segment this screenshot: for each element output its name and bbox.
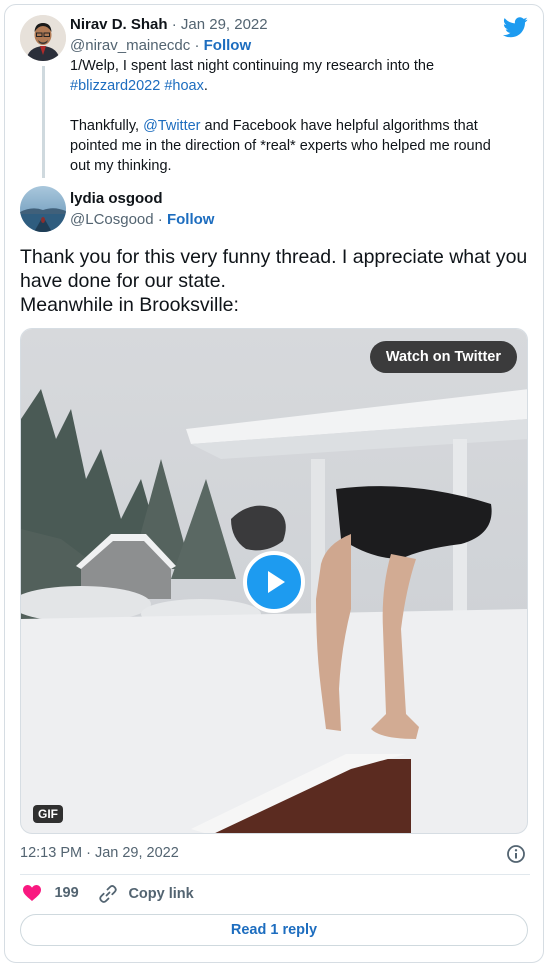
reply-line: Thank you for this very funny thread. I … — [20, 246, 528, 268]
separator-dot: · — [171, 16, 177, 33]
tweet-text: and Facebook have helpful algorithms tha… — [200, 118, 478, 134]
info-icon[interactable] — [506, 844, 526, 864]
tweet-timestamp[interactable]: 12:13 PM · Jan 29, 2022 — [20, 845, 179, 861]
hashtag-link[interactable]: #blizzard2022 — [70, 78, 160, 94]
author-name[interactable]: Nirav D. Shah — [70, 16, 168, 33]
tweet-line: pointed me in the direction of *real* ex… — [70, 138, 491, 154]
first-tweet-header: Nirav D. Shah · Jan 29, 2022 — [70, 16, 268, 33]
author-handle[interactable]: @nirav_mainecdc — [70, 37, 190, 54]
follow-button[interactable]: Follow — [167, 211, 215, 228]
tweet-date[interactable]: Jan 29, 2022 — [181, 16, 268, 33]
first-tweet-handle-row: @nirav_mainecdc · Follow — [70, 37, 251, 54]
avatar-nirav[interactable] — [20, 15, 66, 61]
copy-link-action[interactable]: Copy link — [98, 884, 194, 906]
like-action[interactable]: 199 — [22, 884, 79, 906]
period-text: . — [203, 78, 208, 94]
gif-badge: GIF — [33, 805, 63, 823]
tweet-line: out my thinking. — [70, 158, 172, 174]
separator-dot: · — [194, 37, 200, 54]
tweet-line: 1/Welp, I spent last night continuing my… — [70, 58, 435, 74]
reply-line: Meanwhile in Brooksville: — [20, 294, 239, 316]
follow-button[interactable]: Follow — [204, 37, 252, 54]
first-tweet-body: 1/Welp, I spent last night continuing my… — [70, 56, 530, 176]
hashtag-line: #blizzard2022 #hoax. — [70, 76, 530, 96]
divider — [20, 874, 530, 875]
reply-body: Thank you for this very funny thread. I … — [20, 245, 535, 317]
reply-header: lydia osgood — [70, 190, 163, 207]
reply-handle-row: @LCosgood · Follow — [70, 211, 214, 228]
separator-dot: · — [157, 211, 163, 228]
author-name[interactable]: lydia osgood — [70, 190, 163, 207]
play-icon — [268, 571, 285, 593]
twitter-bird-icon[interactable] — [503, 17, 528, 38]
tweet-line: Thankfully, @Twitter and Facebook have h… — [70, 116, 530, 136]
play-button[interactable] — [243, 551, 305, 613]
avatar-lydia[interactable] — [20, 186, 66, 232]
read-reply-button[interactable]: Read 1 reply — [20, 914, 528, 946]
person-photo-icon — [20, 15, 66, 61]
heart-icon — [23, 885, 41, 901]
hashtag-link[interactable]: #hoax — [164, 78, 204, 94]
like-count: 199 — [54, 885, 79, 901]
mention-link[interactable]: @Twitter — [143, 118, 200, 134]
reply-line: have done for our state. — [20, 270, 226, 292]
copy-link-label: Copy link — [128, 886, 194, 902]
author-handle[interactable]: @LCosgood — [70, 211, 154, 228]
gif-media[interactable]: Watch on Twitter GIF — [20, 328, 528, 834]
landscape-photo-icon — [20, 186, 66, 232]
thread-connector-line — [42, 66, 45, 178]
tweet-text: Thankfully, — [70, 118, 144, 134]
link-icon — [99, 885, 117, 903]
watch-on-twitter-button[interactable]: Watch on Twitter — [369, 341, 517, 373]
